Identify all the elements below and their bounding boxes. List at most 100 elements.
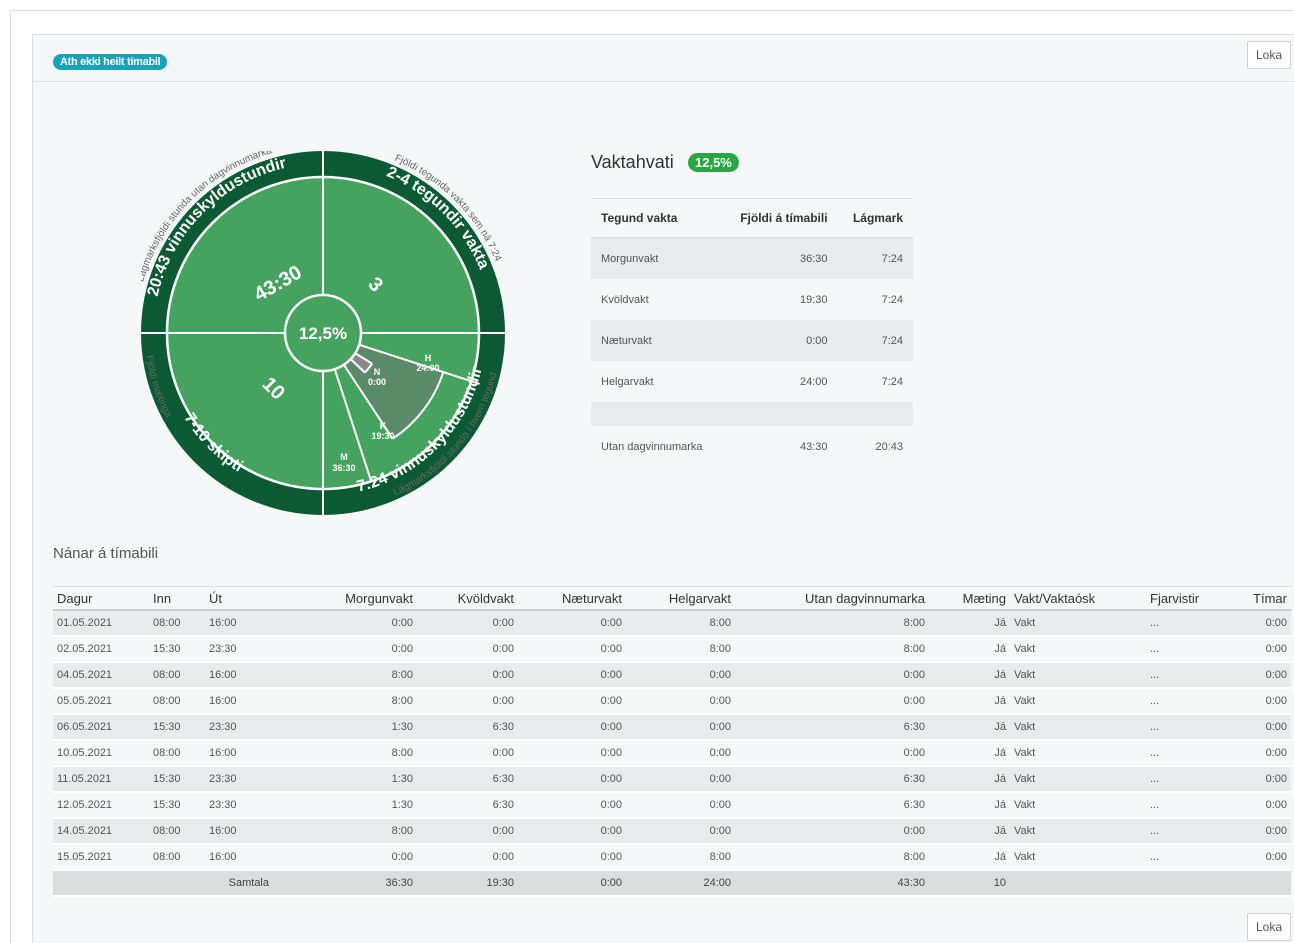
cell-timar: 0:00 [1226,818,1291,845]
cell-vakt: Vakt [1010,636,1146,663]
cell-morgunvakt: 8:00 [273,740,417,767]
cell-maeting: Já [929,636,1010,663]
cell-vakt: Vakt [1010,714,1146,741]
table-row[interactable]: 10.05.2021 08:00 16:00 8:00 0:00 0:00 0:00 0:00… [53,740,1291,767]
cell-fjarvistir[interactable]: ... [1146,662,1226,689]
summary-cell-min: 7:24 [881,293,903,306]
cell-fjarvistir[interactable]: ... [1146,844,1226,871]
col-naeturvakt: Næturvakt [518,586,626,611]
cell-morgunvakt: 1:30 [273,792,417,819]
cell-utan: 0:00 [735,662,929,689]
cell-maeting: Já [929,714,1010,741]
summary-cell-count: 0:00 [721,320,838,361]
table-row[interactable]: 04.05.2021 08:00 16:00 8:00 0:00 0:00 0:00 0:00… [53,662,1291,689]
cell-dagur: 10.05.2021 [53,740,149,767]
summary-cell-type: Morgunvakt [591,237,722,279]
cell-inn: 08:00 [149,740,205,767]
cell-naeturvakt: 0:00 [518,818,626,845]
details-table: Dagur Inn Út Morgunvakt Kvöldvakt Næturv… [53,586,1291,897]
cell-ut: 16:00 [205,740,273,767]
details-header-row: Dagur Inn Út Morgunvakt Kvöldvakt Næturv… [53,586,1291,611]
cell-helgarvakt: 0:00 [626,792,735,819]
cell-fjarvistir[interactable]: ... [1146,818,1226,845]
shift-wheel-chart: 12,5% 43:30 3 10 H 24:00 N 0:00 K 19:30 … [141,151,505,515]
slice-label-k-letter: K [380,421,387,431]
cell-inn: 08:00 [149,662,205,689]
col-fjarvistir: Fjarvistir [1146,586,1226,611]
cell-helgarvakt: 0:00 [626,662,735,689]
table-row[interactable]: 02.05.2021 15:30 23:30 0:00 0:00 0:00 8:00 8:00… [53,636,1291,663]
cell-timar: 0:00 [1226,792,1291,819]
col-ut: Út [205,586,273,611]
summary-cell-type: Næturvakt [591,320,722,361]
table-row[interactable]: 06.05.2021 15:30 23:30 1:30 6:30 0:00 0:00 6:30… [53,714,1291,741]
total-cell-helgar: 24:00 [626,870,735,897]
total-cell-empty [1146,870,1226,897]
cell-inn: 08:00 [149,818,205,845]
cell-fjarvistir[interactable]: ... [1146,740,1226,767]
summary-footer-row: Utan dagvinnumarka 43:30 20:43 [591,426,913,467]
cell-timar: 0:00 [1226,688,1291,715]
col-maeting: Mæting [929,586,1010,611]
summary-row: Kvöldvakt 19:30 7:24 [591,279,913,320]
close-button-bottom[interactable]: Loka [1247,913,1291,941]
total-cell-empty [1226,870,1291,897]
cell-morgunvakt: 0:00 [273,610,417,637]
cell-dagur: 02.05.2021 [53,636,149,663]
cell-fjarvistir[interactable]: ... [1146,636,1226,663]
cell-fjarvistir[interactable]: ... [1146,688,1226,715]
cell-ut: 16:00 [205,844,273,871]
cell-naeturvakt: 0:00 [518,740,626,767]
cell-kvoldvakt: 0:00 [417,740,518,767]
cell-fjarvistir[interactable]: ... [1146,766,1226,793]
table-row[interactable]: 12.05.2021 15:30 23:30 1:30 6:30 0:00 0:00 6:30… [53,792,1291,819]
cell-morgunvakt: 8:00 [273,662,417,689]
cell-dagur: 11.05.2021 [53,766,149,793]
cell-morgunvakt: 1:30 [273,766,417,793]
col-utan-dagvinnumarka: Utan dagvinnumarka [735,586,929,611]
table-row[interactable]: 05.05.2021 08:00 16:00 8:00 0:00 0:00 0:00 0:00… [53,688,1291,715]
cell-kvoldvakt: 0:00 [417,688,518,715]
cell-maeting: Já [929,740,1010,767]
cell-morgunvakt: 0:00 [273,636,417,663]
cell-maeting: Já [929,688,1010,715]
total-cell-kvold: 19:30 [417,870,518,897]
cell-utan: 0:00 [735,818,929,845]
cell-maeting: Já [929,792,1010,819]
cell-ut: 23:30 [205,792,273,819]
panel-header: Ath ekki heilt tímabil Loka [33,35,1294,82]
table-row[interactable]: 15.05.2021 08:00 16:00 0:00 0:00 0:00 8:00 8:00… [53,844,1291,871]
cell-utan: 6:30 [735,792,929,819]
table-row[interactable]: 01.05.2021 08:00 16:00 0:00 0:00 0:00 8:00 8:00… [53,610,1291,637]
cell-naeturvakt: 0:00 [518,844,626,871]
details-section-title: Nánar á tímabili [53,545,159,562]
cell-helgarvakt: 0:00 [626,766,735,793]
total-cell-naetur: 0:00 [518,870,626,897]
details-table-body: 01.05.2021 08:00 16:00 0:00 0:00 0:00 8:00 8:00… [53,610,1291,897]
col-inn: Inn [149,586,205,611]
cell-fjarvistir[interactable]: ... [1146,610,1226,637]
close-button-top[interactable]: Loka [1247,41,1291,69]
total-cell-utan: 43:30 [735,870,929,897]
cell-fjarvistir[interactable]: ... [1146,714,1226,741]
cell-vakt: Vakt [1010,610,1146,637]
cell-timar: 0:00 [1226,636,1291,663]
cell-maeting: Já [929,610,1010,637]
table-row[interactable]: 11.05.2021 15:30 23:30 1:30 6:30 0:00 0:00 6:30… [53,766,1291,793]
cell-vakt: Vakt [1010,766,1146,793]
cell-dagur: 06.05.2021 [53,714,149,741]
cell-timar: 0:00 [1226,740,1291,767]
cell-naeturvakt: 0:00 [518,662,626,689]
cell-kvoldvakt: 0:00 [417,662,518,689]
summary-row: Morgunvakt 36:30 7:24 [591,237,913,279]
table-row[interactable]: 14.05.2021 08:00 16:00 8:00 0:00 0:00 0:00 0:00… [53,818,1291,845]
cell-helgarvakt: 0:00 [626,688,735,715]
slice-label-n-value: 0:00 [368,377,386,387]
cell-fjarvistir[interactable]: ... [1146,792,1226,819]
cell-maeting: Já [929,766,1010,793]
slice-label-h-value: 24:00 [416,363,439,373]
cell-maeting: Já [929,844,1010,871]
cell-utan: 0:00 [735,740,929,767]
cell-timar: 0:00 [1226,844,1291,871]
slice-label-h-letter: H [425,353,432,363]
